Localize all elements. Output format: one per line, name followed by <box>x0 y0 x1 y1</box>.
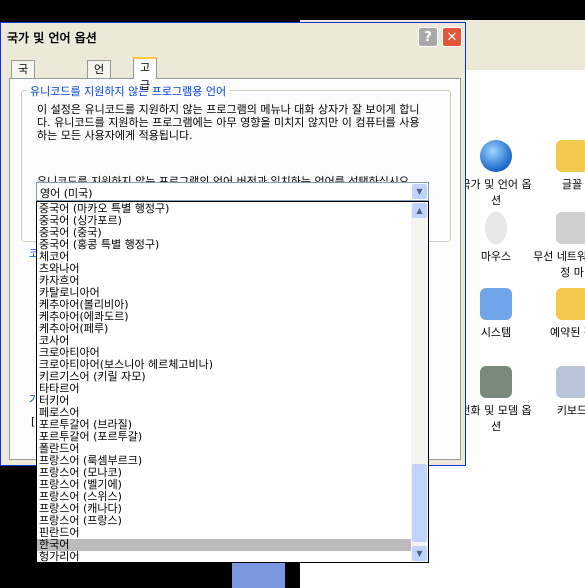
tile-mouse[interactable]: 마우스 <box>456 212 536 264</box>
scrollbar-thumb[interactable] <box>412 464 427 542</box>
tab-advanced[interactable]: 고급 <box>133 57 158 92</box>
wireless-network-icon <box>556 212 585 244</box>
tile-regional-options[interactable]: 국가 및 언어 옵션 <box>456 140 536 208</box>
list-item[interactable]: 키르기스어 (키릴 자모) <box>37 371 411 383</box>
scroll-up-icon[interactable]: ▲ <box>412 203 427 218</box>
list-item[interactable]: 포르투갈어 (포르투갈) <box>37 431 411 443</box>
fonts-folder-icon <box>556 140 585 172</box>
tile-fonts[interactable]: 글꼴 <box>532 140 585 192</box>
phone-modem-icon <box>480 366 512 398</box>
list-item[interactable]: 케추아어(페루) <box>37 323 411 335</box>
tab-regional-options[interactable]: 국가별 옵션 <box>11 60 36 148</box>
tile-system[interactable]: 시스템 <box>456 288 536 340</box>
group-title: 유니코드를 지원하지 않는 프로그램용 언어 <box>27 83 230 99</box>
title-bar: 국가 및 언어 옵션 ? ✕ <box>1 23 465 51</box>
close-button[interactable]: ✕ <box>442 27 462 47</box>
vertical-scrollbar[interactable]: ▲ ▼ <box>411 202 428 562</box>
globe-icon <box>480 140 512 172</box>
help-button[interactable]: ? <box>418 27 438 47</box>
mouse-icon <box>485 212 507 244</box>
list-item[interactable]: 중국어 (홍콩 특별 행정구) <box>37 239 411 251</box>
list-item[interactable]: 핀란드어 <box>37 527 411 539</box>
list-item[interactable]: 프랑스어 (프랑스) <box>37 515 411 527</box>
obscured-checkbox: [ <box>31 415 36 428</box>
list-item[interactable]: 체코어 <box>37 251 411 263</box>
tile-phone-modem[interactable]: 전화 및 모뎀 옵션 <box>456 366 536 434</box>
tile-keyboard[interactable]: 키보드 <box>532 366 585 418</box>
list-item[interactable]: 한국어 <box>37 539 411 551</box>
keyboard-icon <box>556 366 585 398</box>
system-icon <box>480 288 512 320</box>
scroll-down-icon[interactable]: ▼ <box>412 546 427 561</box>
list-item[interactable]: 츠와나어 <box>37 263 411 275</box>
language-select[interactable]: 영어 (미국) ▼ <box>36 182 429 201</box>
tile-scheduled-tasks[interactable]: 예약된 작 <box>532 288 585 340</box>
list-item[interactable]: 헝가리어 <box>37 551 411 563</box>
scheduled-tasks-icon <box>556 288 585 320</box>
language-select-value: 영어 (미국) <box>40 187 93 200</box>
taskbar-fragment <box>232 560 285 588</box>
tile-wireless[interactable]: 무선 네트워크 설정 마 <box>532 212 585 280</box>
dropdown-items: 중국어 (마카오 특별 행정구) 중국어 (싱가포르) 중국어 (중국) 중국어 (홍… <box>37 203 411 563</box>
list-item[interactable]: 터키어 <box>37 395 411 407</box>
language-dropdown-list[interactable]: 중국어 (마카오 특별 행정구) 중국어 (싱가포르) 중국어 (중국) 중국어 (홍… <box>36 201 429 563</box>
chevron-down-icon[interactable]: ▼ <box>412 184 427 199</box>
list-item[interactable]: 타타르어 <box>37 383 411 395</box>
tab-languages[interactable]: 언어 <box>87 60 112 94</box>
dialog-title: 국가 및 언어 옵션 <box>7 31 97 45</box>
description-text: 이 설정은 유니코드를 지원하지 않는 프로그램의 메뉴나 대화 상자가 잘 보… <box>37 103 420 142</box>
